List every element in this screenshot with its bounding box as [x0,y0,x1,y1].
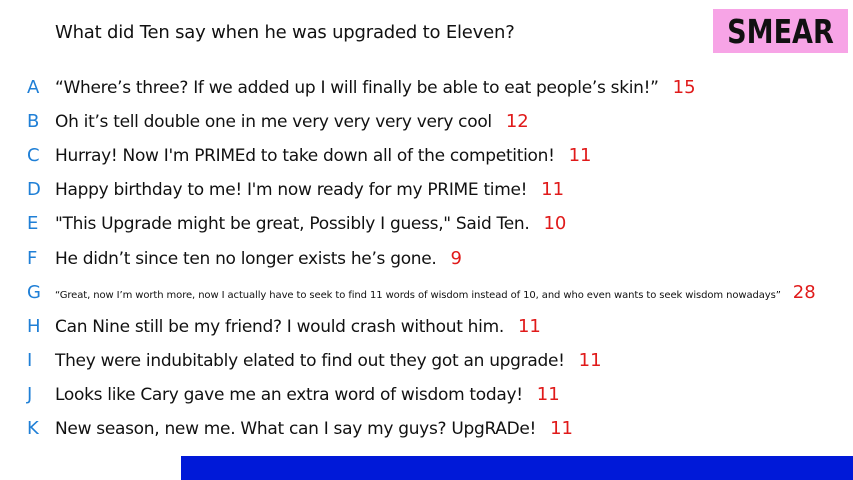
answer-list: A “Where’s three? If we added up I will … [0,70,853,446]
word-count: 11 [541,179,565,201]
answer-text: Hurray! Now I'm PRIMEd to take down all … [55,145,592,166]
word-count: 10 [543,213,567,235]
answer-letter: C [27,144,40,166]
answer-row-k: K New season, new me. What can I say my … [0,412,853,446]
answer-text-content: “Great, now I’m worth more, now I actual… [55,289,781,301]
answer-text-content: “Where’s three? If we added up I will fi… [55,77,659,98]
answer-row-f: F He didn’t since ten no longer exists h… [0,241,853,275]
answer-text: New season, new me. What can I say my gu… [55,418,573,439]
word-count: 28 [792,281,816,303]
word-count: 15 [672,76,696,98]
answer-row-c: C Hurray! Now I'm PRIMEd to take down al… [0,138,853,172]
word-count: 11 [568,144,592,166]
word-count: 11 [550,418,573,440]
answer-text: They were indubitably elated to find out… [55,350,602,371]
answer-text: “Where’s three? If we added up I will fi… [55,77,696,98]
answer-text: Oh it’s tell double one in me very very … [55,111,529,132]
answer-row-h: H Can Nine still be my friend? I would c… [0,309,853,343]
answer-row-a: A “Where’s three? If we added up I will … [0,70,853,104]
word-count: 12 [505,110,529,132]
answer-letter: E [27,213,39,235]
answer-row-g: G “Great, now I’m worth more, now I actu… [0,275,853,309]
answer-row-e: E "This Upgrade might be great, Possibly… [0,207,853,241]
answer-text-content: "This Upgrade might be great, Possibly I… [55,214,530,235]
answer-row-j: J Looks like Cary gave me an extra word … [0,378,853,412]
answer-text-content: They were indubitably elated to find out… [55,351,565,372]
answer-text: Happy birthday to me! I'm now ready for … [55,179,564,200]
answer-letter: I [27,350,33,372]
answer-text: Can Nine still be my friend? I would cra… [55,316,541,337]
word-count: 11 [578,350,602,372]
answer-text: He didn’t since ten no longer exists he’… [55,248,462,269]
answer-text-content: Oh it’s tell double one in me very very … [55,111,492,132]
answer-letter: F [27,247,38,269]
question-text: What did Ten say when he was upgraded to… [55,22,515,43]
answer-row-d: D Happy birthday to me! I'm now ready fo… [0,173,853,207]
answer-text-content: Happy birthday to me! I'm now ready for … [55,180,528,201]
answer-text-content: Hurray! Now I'm PRIMEd to take down all … [55,145,555,166]
word-count: 11 [517,315,541,337]
answer-text: “Great, now I’m worth more, now I actual… [55,282,816,303]
answer-letter: H [27,315,41,337]
answer-row-i: I They were indubitably elated to find o… [0,344,853,378]
answer-letter: D [27,179,41,201]
answer-text-content: New season, new me. What can I say my gu… [55,419,537,440]
word-count: 11 [536,384,560,406]
answer-text-content: Can Nine still be my friend? I would cra… [55,316,504,337]
answer-letter: A [27,76,40,98]
answer-text: "This Upgrade might be great, Possibly I… [55,213,566,234]
answer-letter: K [27,418,39,440]
answer-row-b: B Oh it’s tell double one in me very ver… [0,104,853,138]
title-badge: SMEAR [727,11,834,51]
answer-text-content: Looks like Cary gave me an extra word of… [55,385,523,406]
answer-text-content: He didn’t since ten no longer exists he’… [55,248,437,269]
answer-letter: G [27,281,41,303]
answer-letter: J [27,384,33,406]
word-count: 9 [450,247,462,269]
bottom-bar [181,456,853,480]
answer-text: Looks like Cary gave me an extra word of… [55,384,560,405]
answer-letter: B [27,110,40,132]
